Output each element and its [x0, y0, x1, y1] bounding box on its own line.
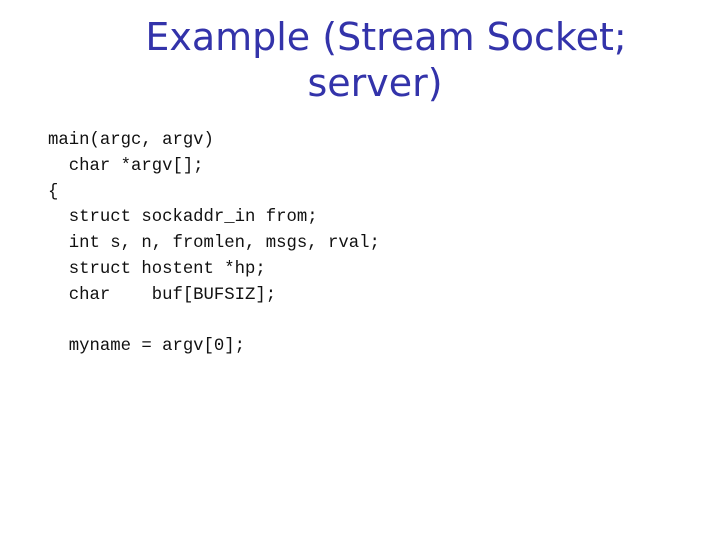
code-line: myname = argv[0];: [48, 337, 246, 357]
code-line: {: [48, 182, 59, 202]
slide-title-line: Example (Stream Socket;: [145, 15, 627, 59]
code-line: struct hostent *hp;: [48, 259, 266, 279]
code-line: int s, n, fromlen, msgs, rval;: [48, 234, 380, 254]
slide-title-line: server): [307, 61, 443, 105]
code-line: main(argc, argv): [48, 131, 214, 150]
code-line: char buf[BUFSIZ];: [48, 285, 277, 305]
code-line: struct sockaddr_in from;: [48, 208, 318, 228]
slide-title: Example (Stream Socket; server): [0, 14, 720, 106]
code-listing: main(argc, argv) char *argv[]; { struct …: [48, 128, 380, 360]
code-line: char *argv[];: [48, 156, 204, 176]
